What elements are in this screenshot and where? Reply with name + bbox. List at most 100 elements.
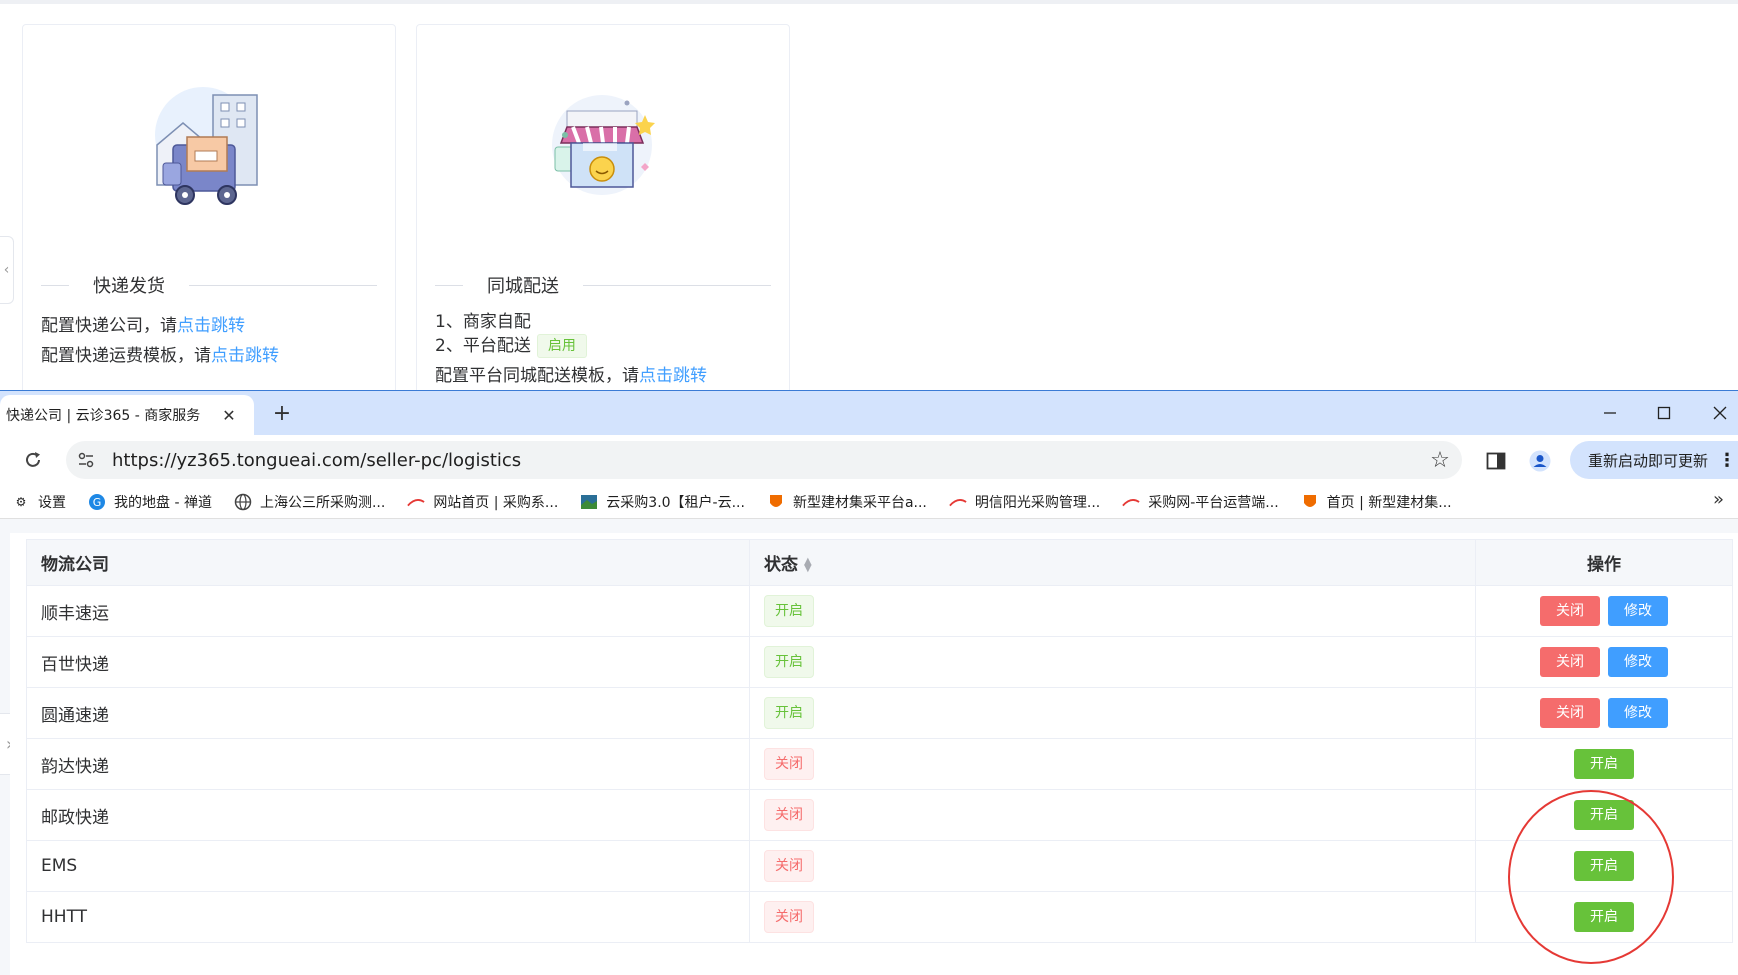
card-title-divider: 快递发货 bbox=[41, 275, 377, 297]
table-row: EMS 关闭 开启 bbox=[26, 840, 1733, 892]
enable-button[interactable]: 开启 bbox=[1574, 800, 1634, 830]
enable-button[interactable]: 开启 bbox=[1574, 749, 1634, 779]
bookmark-home-materials[interactable]: 首页 | 新型建材集... bbox=[1289, 488, 1462, 516]
company-cell: 百世快递 bbox=[26, 636, 750, 688]
table-row: 百世快递 开启 关闭 修改 bbox=[26, 636, 1733, 688]
ops-cell: 开启 bbox=[1475, 738, 1733, 790]
platform-delivery-item: 2、平台配送 启用 bbox=[435, 331, 587, 358]
bookmark-mingxin[interactable]: 明信阳光采购管理... bbox=[937, 488, 1110, 516]
site-info-icon[interactable] bbox=[66, 441, 106, 479]
disable-button[interactable]: 关闭 bbox=[1540, 698, 1600, 728]
avatar-icon bbox=[1529, 450, 1551, 472]
bookmark-building-materials[interactable]: 新型建材集采平台a... bbox=[755, 488, 937, 516]
shop-storefront-illustration bbox=[552, 95, 655, 195]
edit-button[interactable]: 修改 bbox=[1608, 596, 1668, 626]
bookmark-label: 上海公三所采购测... bbox=[259, 494, 386, 511]
config-freight-template-text: 配置快递运费模板，请 bbox=[41, 346, 211, 366]
bookmark-label: 设置 bbox=[38, 494, 66, 511]
side-panel-button[interactable] bbox=[1482, 447, 1510, 475]
bookmark-label: 云采购3.0【租户-云... bbox=[606, 494, 745, 511]
collapse-left-tab[interactable]: ‹ bbox=[0, 236, 14, 304]
maximize-icon bbox=[1657, 406, 1671, 420]
express-company-link[interactable]: 点击跳转 bbox=[177, 316, 245, 336]
merchant-self-delivery-item: 1、商家自配 bbox=[435, 312, 531, 332]
bookmark-star-icon[interactable]: ☆ bbox=[1418, 441, 1462, 479]
local-delivery-card: 同城配送 1、商家自配 2、平台配送 启用 配置平台同城配送模板，请点击跳转 bbox=[416, 24, 790, 390]
header-status[interactable]: 状态 ▲ ▼ bbox=[749, 539, 1476, 586]
enable-button[interactable]: 开启 bbox=[1574, 851, 1634, 881]
bookmark-label: 网站首页 | 采购系... bbox=[433, 494, 559, 511]
disable-button[interactable]: 关闭 bbox=[1540, 647, 1600, 677]
table-row: 邮政快递 关闭 开启 bbox=[26, 789, 1733, 841]
local-template-link[interactable]: 点击跳转 bbox=[639, 366, 707, 386]
ops-cell: 开启 bbox=[1475, 789, 1733, 841]
enable-button[interactable]: 开启 bbox=[1574, 902, 1634, 932]
restart-to-update-button[interactable]: 重新启动即可更新 ⋮ bbox=[1570, 441, 1738, 479]
landscape-icon bbox=[580, 493, 598, 511]
new-tab-button[interactable]: + bbox=[268, 399, 296, 427]
tab-close-icon[interactable]: ✕ bbox=[218, 406, 240, 425]
top-strip bbox=[0, 0, 1738, 4]
profile-button[interactable] bbox=[1526, 447, 1554, 475]
status-cell: 关闭 bbox=[749, 840, 1476, 892]
more-menu-icon[interactable]: ⋮ bbox=[1718, 450, 1736, 471]
bookmark-label: 明信阳光采购管理... bbox=[974, 494, 1101, 511]
status-cell: 开启 bbox=[749, 585, 1476, 637]
bookmark-settings[interactable]: ⚙ 设置 bbox=[0, 488, 76, 516]
url-text[interactable]: https://yz365.tongueai.com/seller-pc/log… bbox=[106, 450, 1418, 471]
sort-caret-icon[interactable]: ▲ ▼ bbox=[804, 557, 812, 574]
browser-toolbar: https://yz365.tongueai.com/seller-pc/log… bbox=[0, 435, 1738, 485]
status-badge: 关闭 bbox=[764, 748, 814, 780]
active-tab[interactable]: 快递公司 | 云诊365 - 商家服务 ✕ bbox=[0, 395, 254, 435]
table-row: 圆通速递 开启 关闭 修改 bbox=[26, 687, 1733, 739]
bookmark-zentao[interactable]: G 我的地盘 - 禅道 bbox=[76, 488, 222, 516]
bookmark-shanghai[interactable]: 上海公三所采购测... bbox=[222, 488, 395, 516]
bookmark-label: 我的地盘 - 禅道 bbox=[114, 494, 212, 511]
disable-button[interactable]: 关闭 bbox=[1540, 596, 1600, 626]
close-icon bbox=[1713, 406, 1727, 420]
table-header-row: 物流公司 状态 ▲ ▼ 操作 bbox=[26, 539, 1733, 586]
maximize-button[interactable] bbox=[1644, 399, 1684, 427]
company-cell: EMS bbox=[26, 840, 750, 892]
reload-button[interactable] bbox=[20, 447, 46, 473]
minimize-button[interactable] bbox=[1590, 399, 1630, 427]
table-row: 顺丰速运 开启 关闭 修改 bbox=[26, 585, 1733, 637]
delivery-truck-illustration bbox=[155, 87, 258, 205]
bookmark-site-home[interactable]: 网站首页 | 采购系... bbox=[395, 488, 568, 516]
express-delivery-card: 快递发货 配置快递公司，请点击跳转 配置快递运费模板，请点击跳转 bbox=[22, 24, 396, 390]
status-badge: 开启 bbox=[764, 697, 814, 729]
seller-delivery-page: ‹ 快递发货 配置快递公司，请点击跳转 配置快递运费模板，请点击跳转 同城配送 … bbox=[0, 0, 1738, 390]
bookmark-caigou-ops[interactable]: 采购网-平台运营端... bbox=[1110, 488, 1288, 516]
address-bar[interactable]: https://yz365.tongueai.com/seller-pc/log… bbox=[66, 441, 1462, 479]
zentao-icon: G bbox=[88, 493, 106, 511]
edit-button[interactable]: 修改 bbox=[1608, 698, 1668, 728]
ops-cell: 开启 bbox=[1475, 840, 1733, 892]
logistics-panel: 物流公司 状态 ▲ ▼ 操作 顺丰速运 开启 关闭 修改 百世快递 开启 关闭 修改 圆通速递 开启关… bbox=[10, 533, 1738, 975]
bookmark-yuncaigou[interactable]: 云采购3.0【租户-云... bbox=[568, 488, 755, 516]
company-cell: 圆通速递 bbox=[26, 687, 750, 739]
status-badge: 开启 bbox=[764, 646, 814, 678]
shield-icon bbox=[1301, 493, 1319, 511]
status-badge: 关闭 bbox=[764, 799, 814, 831]
minimize-icon bbox=[1604, 412, 1616, 414]
bookmark-label: 首页 | 新型建材集... bbox=[1326, 494, 1452, 511]
status-cell: 关闭 bbox=[749, 789, 1476, 841]
gear-icon: ⚙ bbox=[15, 494, 27, 509]
status-badge: 开启 bbox=[764, 595, 814, 627]
brand-icon bbox=[407, 493, 425, 511]
config-local-template-text: 配置平台同城配送模板，请 bbox=[435, 366, 639, 386]
edit-button[interactable]: 修改 bbox=[1608, 647, 1668, 677]
company-cell: 邮政快递 bbox=[26, 789, 750, 841]
config-freight-template-line: 配置快递运费模板，请点击跳转 bbox=[41, 341, 279, 366]
status-cell: 关闭 bbox=[749, 891, 1476, 943]
logistics-table: 物流公司 状态 ▲ ▼ 操作 顺丰速运 开启 关闭 修改 百世快递 开启 关闭 修改 圆通速递 开启关… bbox=[26, 539, 1733, 943]
bookmarks-overflow-icon[interactable]: » bbox=[1713, 489, 1724, 510]
ops-cell: 关闭 修改 bbox=[1475, 585, 1733, 637]
freight-template-link[interactable]: 点击跳转 bbox=[211, 346, 279, 366]
shield-icon bbox=[767, 493, 785, 511]
config-express-company-text: 配置快递公司，请 bbox=[41, 316, 177, 336]
company-cell: 韵达快递 bbox=[26, 738, 750, 790]
card-title-divider: 同城配送 bbox=[435, 275, 771, 297]
tab-title: 快递公司 | 云诊365 - 商家服务 bbox=[6, 408, 201, 424]
close-window-button[interactable] bbox=[1700, 399, 1738, 427]
